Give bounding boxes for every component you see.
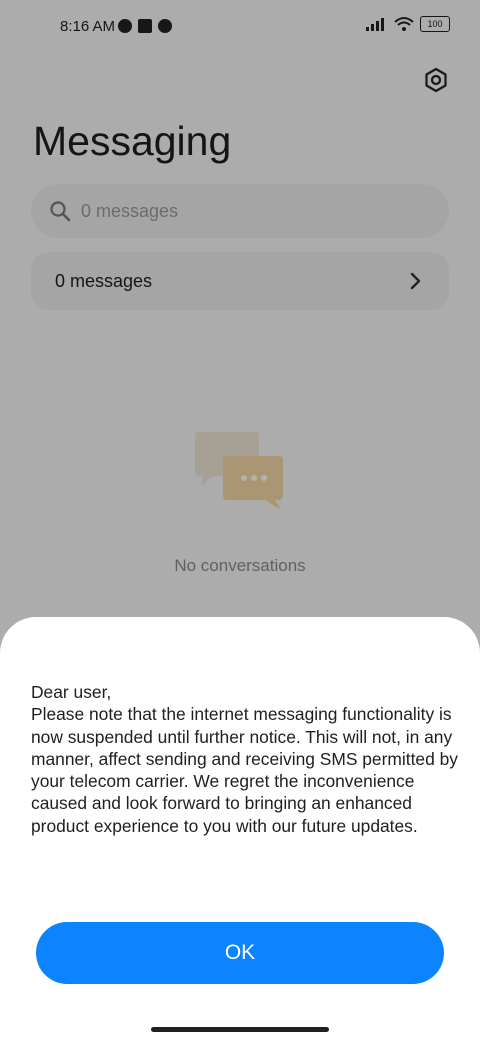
home-indicator[interactable] [151, 1027, 329, 1032]
notice-dialog: Dear user, Please note that the internet… [0, 617, 480, 1040]
ok-button[interactable]: OK [36, 922, 444, 984]
dialog-message: Dear user, Please note that the internet… [31, 682, 458, 836]
